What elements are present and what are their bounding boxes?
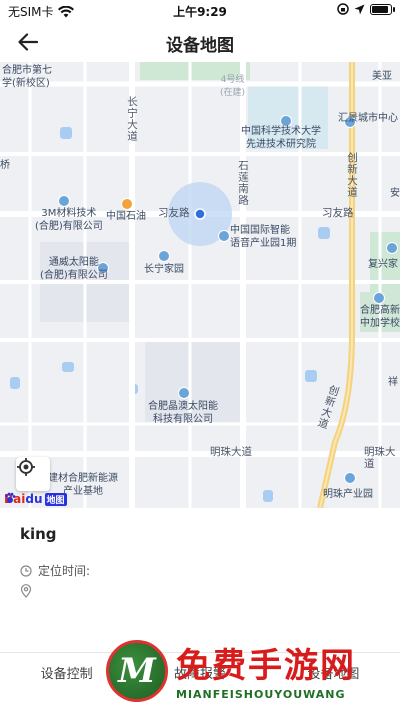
- map-label-jingao: 合肥晶澳太阳能 科技有限公司: [148, 401, 218, 425]
- road-label-shilian: 石莲南路: [237, 160, 249, 206]
- poi-changning-marker: [158, 250, 170, 262]
- baidu-paw-icon: [5, 492, 16, 503]
- map-label-meiya: 美亚: [372, 71, 392, 82]
- map-label-sinopec: 中国石油: [106, 211, 146, 222]
- location-arrow-icon: [354, 4, 365, 14]
- poi-fuxing-marker: [386, 242, 398, 254]
- page-title: 设备地图: [166, 36, 234, 56]
- map-label-tongwei: 通威太阳能 (合肥)有限公司: [40, 257, 108, 281]
- logo-du: du: [25, 492, 43, 506]
- road-label-mingzhu-right: 明珠大道: [364, 446, 396, 470]
- map-label-hefei7: 合肥市第七 学(新校区): [2, 65, 52, 89]
- clock-icon: [20, 564, 32, 577]
- tab-fault-alarm[interactable]: 故障报警: [133, 653, 266, 698]
- poi-mingzhu-marker: [344, 472, 356, 484]
- map-label-ustc: 中国科学技术大学 先进技术研究院: [241, 126, 321, 150]
- road-label-changning: 长宁大道: [126, 96, 138, 142]
- status-bar: 无SIM卡 上午9:29: [0, 0, 400, 22]
- location-time-row: 定位时间:: [20, 562, 90, 579]
- tab-device-map[interactable]: 设备地图: [267, 653, 400, 698]
- device-map[interactable]: 合肥市第七 学(新校区) 美亚 4号线 (在建) 汇景城市中心 中国科学技术大学…: [0, 62, 400, 508]
- map-label-xiang: 祥: [388, 377, 398, 388]
- map-label-qiao: 桥: [0, 160, 10, 171]
- logo-ditu: 地图: [44, 492, 67, 506]
- road-label-xiyou-left: 习友路: [158, 207, 190, 219]
- crosshair-icon: [17, 458, 35, 476]
- poi-jingao-marker: [178, 387, 190, 399]
- locate-me-button[interactable]: [16, 457, 50, 491]
- poi-aipark-marker: [218, 230, 230, 242]
- poi-gaoxin-marker: [373, 292, 385, 304]
- map-label-aipark: 中国国际智能 语音产业园1期: [230, 225, 297, 249]
- map-label-an: 安: [390, 188, 400, 199]
- road-label-mingzhu-left: 明珠大道: [210, 446, 252, 458]
- map-label-fuxing: 复兴家: [368, 259, 398, 270]
- status-right: [337, 3, 395, 15]
- map-label-changning-garden: 长宁家园: [144, 264, 184, 275]
- tab-device-control[interactable]: 设备控制: [0, 653, 133, 698]
- battery-icon: [370, 3, 395, 15]
- road-label-xiyou-right: 习友路: [322, 207, 354, 219]
- map-canvas: [0, 62, 400, 508]
- map-label-3m: 3M材料技术 (合肥)有限公司: [35, 208, 103, 232]
- location-pin-icon: [20, 584, 32, 598]
- map-label-mingzhu-park: 明珠产业园: [323, 489, 373, 500]
- poi-3m-marker: [58, 195, 70, 207]
- location-time-label: 定位时间:: [38, 564, 91, 578]
- screen-lock-icon: [337, 3, 349, 15]
- screen: 无SIM卡 上午9:29 设备地图 合肥市第七 学(新校区) 美亚 4号线 (在…: [0, 0, 400, 710]
- road-label-chuangxin-top: 创新大道: [346, 152, 358, 198]
- nav-bar: 设备地图: [0, 22, 400, 62]
- map-label-building4: 4号线 (在建): [220, 75, 246, 98]
- map-label-huijing: 汇景城市中心: [338, 113, 398, 124]
- map-label-gaoxin: 合肥高新 中加学校: [360, 305, 400, 329]
- bottom-tab-bar: 设备控制 故障报警 设备地图: [0, 652, 400, 698]
- poi-sinopec-marker: [121, 198, 133, 210]
- baidu-map-logo: Bai du 地图: [4, 492, 67, 506]
- address-row: [20, 584, 38, 598]
- device-name: king: [20, 525, 57, 543]
